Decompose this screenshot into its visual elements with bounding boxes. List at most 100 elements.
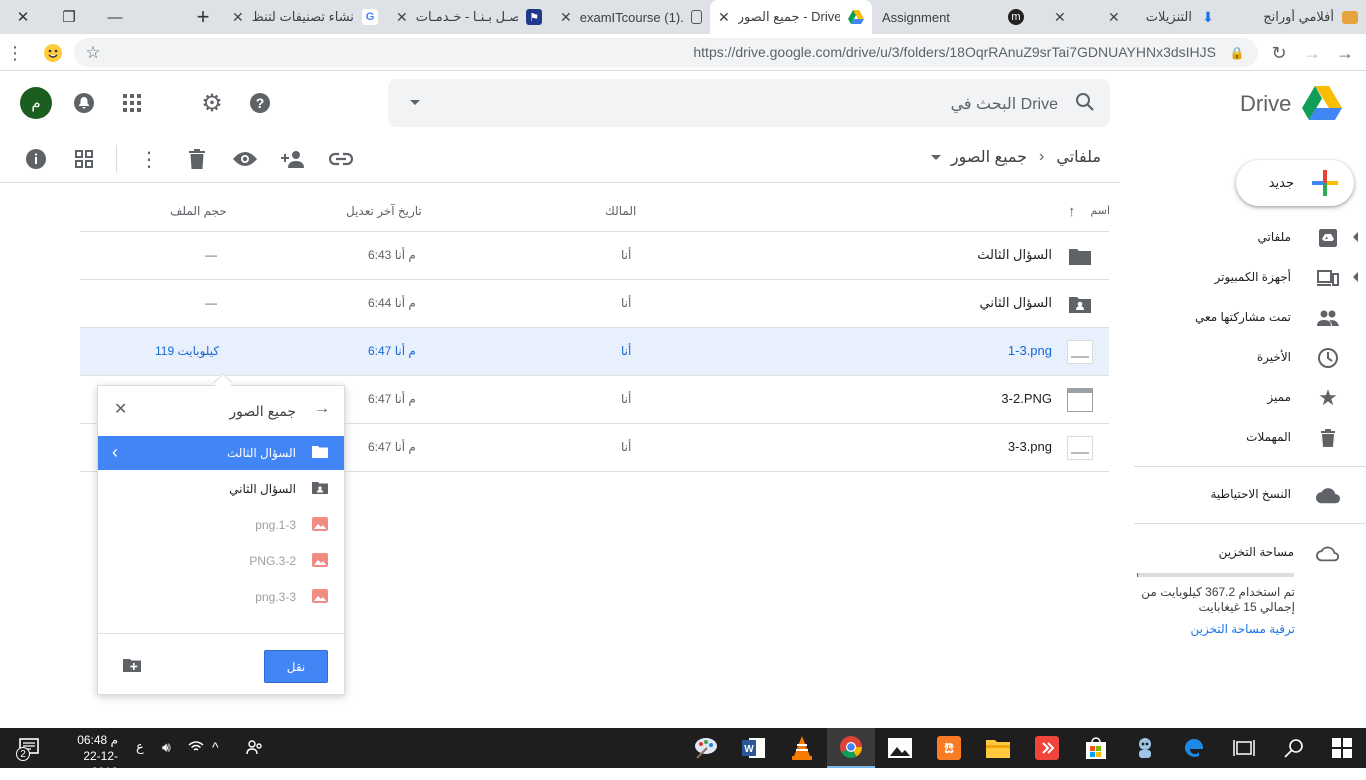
sidebar-item-trash[interactable]: المهملات	[1140, 418, 1366, 458]
breadcrumb-current-folder[interactable]: جميع الصور	[951, 147, 1027, 167]
folder-menu-dropdown-icon[interactable]	[930, 154, 941, 160]
show-hidden-icons-chevron-icon[interactable]: ^	[212, 739, 219, 755]
back-icon[interactable]: →	[1330, 38, 1360, 68]
settings-gear-icon[interactable]: ⚙	[195, 86, 229, 120]
column-header-name[interactable]: اسم	[1090, 204, 1110, 217]
drive-logo-icon[interactable]	[1302, 86, 1342, 125]
grid-view-icon[interactable]	[68, 143, 100, 175]
taskbar-app-vlc-icon[interactable]	[778, 728, 826, 768]
folder-icon	[1342, 10, 1358, 24]
sidebar-item-recent[interactable]: الأخيرة	[1140, 338, 1366, 378]
table-row[interactable]: — 6:43 م أنا أنا السؤال الثالث	[80, 232, 1109, 280]
open-folder-chevron-icon[interactable]: ‹	[112, 442, 118, 463]
doc-icon	[691, 10, 702, 24]
upgrade-storage-link[interactable]: ترقية مساحة التخزين	[1190, 622, 1295, 636]
menu-kebab-icon[interactable]: ⋮	[0, 38, 30, 68]
get-link-icon[interactable]	[325, 143, 357, 175]
close-icon[interactable]: ✕	[232, 9, 244, 26]
input-language-indicator[interactable]: ع	[136, 739, 144, 755]
taskbar-app-store-icon[interactable]	[1072, 728, 1120, 768]
tab-contact-us[interactable]: ✕ اتـصـل بـنـا - خـدمـات ⚑	[388, 0, 550, 34]
wifi-icon[interactable]	[188, 739, 204, 756]
people-icon[interactable]	[246, 739, 264, 760]
sidebar-item-computers[interactable]: أجهزة الكمبيوتر	[1140, 258, 1366, 298]
taskbar-app-photos-icon[interactable]	[876, 728, 924, 768]
search-icon[interactable]	[1074, 91, 1096, 118]
restore-window-icon[interactable]: ❐	[46, 0, 92, 34]
sidebar-item-my-drive[interactable]: ملفاتي	[1140, 218, 1366, 258]
search-options-dropdown-icon[interactable]	[410, 100, 420, 105]
action-center-icon[interactable]: 2	[16, 737, 40, 764]
preview-eye-icon[interactable]	[229, 143, 261, 175]
close-icon[interactable]: ✕	[1054, 9, 1066, 26]
tab-my-movies[interactable]: أفلامي أورانج	[1226, 0, 1366, 34]
new-tab-icon[interactable]: +	[180, 0, 226, 34]
search-input[interactable]: البحث في Drive	[951, 94, 1058, 114]
apps-grid-icon[interactable]	[115, 86, 149, 120]
minimize-window-icon[interactable]: —	[92, 0, 138, 34]
tab-drive-all-photos[interactable]: ✕ جميع الصور - Drive	[710, 0, 872, 34]
tab-m[interactable]: ✕ m	[1000, 0, 1100, 34]
plus-icon	[1312, 170, 1338, 201]
forward-icon[interactable]: →	[1297, 38, 1327, 68]
close-icon[interactable]: ✕	[560, 9, 572, 26]
table-row[interactable]: — 6:44 م أنا أنا السؤال الثاني	[80, 280, 1109, 328]
move-button[interactable]: نقل	[264, 650, 328, 683]
svg-text:?: ?	[256, 95, 265, 111]
taskbar-app-xampp-icon[interactable]: ಔ	[925, 728, 973, 768]
start-windows-icon[interactable]	[1318, 728, 1366, 768]
sidebar-item-backups[interactable]: النسخ الاحتياطية	[1140, 475, 1366, 515]
taskbar-app-paint-icon[interactable]	[682, 728, 730, 768]
taskbar-app-robot-icon[interactable]	[1121, 728, 1169, 768]
reload-icon[interactable]: ↻	[1264, 38, 1294, 68]
svg-text:W: W	[744, 744, 754, 755]
new-button[interactable]: جديد	[1236, 160, 1354, 206]
file-name: السؤال الثاني	[979, 295, 1052, 310]
close-icon[interactable]: ✕	[396, 9, 408, 26]
delete-trash-icon[interactable]	[181, 143, 213, 175]
column-header-owner[interactable]: المالك	[605, 204, 636, 218]
avatar[interactable]: م	[20, 87, 52, 119]
taskbar-clock[interactable]: 06:48 م 22-12-2018	[58, 732, 118, 780]
dialog-file-item-disabled: png.1-3	[98, 508, 344, 542]
close-window-icon[interactable]: ✕	[0, 0, 46, 34]
taskbar-app-edge-icon[interactable]	[1170, 728, 1218, 768]
bookmark-star-icon[interactable]: ☆	[78, 38, 108, 68]
omnibox[interactable]: ☆ https://drive.google.com/drive/u/3/fol…	[74, 38, 1258, 67]
extension-emoji-icon[interactable]	[38, 38, 68, 68]
table-row-selected[interactable]: 119 كيلوبايت 6:47 م أنا أنا 1-3.png	[80, 328, 1109, 376]
dialog-file-item-disabled: PNG.3-2	[98, 544, 344, 578]
volume-icon[interactable]: 🔊︎	[162, 739, 171, 756]
taskbar-app-chrome-icon[interactable]	[827, 728, 875, 768]
task-view-icon[interactable]	[1220, 728, 1268, 768]
tab-downloads[interactable]: ✕ التنزيلات ⬇	[1100, 0, 1224, 34]
sidebar-item-shared[interactable]: تمت مشاركتها معي	[1140, 298, 1366, 338]
dialog-folder-item-selected[interactable]: ‹ السؤال الثالث	[98, 436, 344, 470]
expand-arrow-icon[interactable]	[1353, 272, 1358, 282]
tab-create-labels[interactable]: ✕ إنشاء تصنيفات لتنظ G	[224, 0, 386, 34]
back-arrow-icon[interactable]: →	[314, 400, 330, 418]
tab-examitcourse[interactable]: ✕ examITcourse (1).p	[552, 0, 710, 34]
expand-arrow-icon[interactable]	[1353, 232, 1358, 242]
more-actions-icon[interactable]: ⋮	[133, 143, 165, 175]
close-icon[interactable]: ✕	[718, 9, 730, 26]
taskbar-app-anydesk-icon[interactable]	[1023, 728, 1071, 768]
new-folder-icon[interactable]	[123, 658, 141, 677]
breadcrumb-my-drive[interactable]: ملفاتي	[1056, 147, 1101, 167]
dialog-folder-item[interactable]: السؤال الثاني	[98, 472, 344, 506]
share-add-person-icon[interactable]	[277, 143, 309, 175]
notifications-bell-icon[interactable]	[67, 86, 101, 120]
close-icon[interactable]: ✕	[114, 399, 127, 419]
taskbar-app-file-explorer-icon[interactable]	[974, 728, 1022, 768]
taskbar-search-icon[interactable]	[1270, 728, 1318, 768]
column-header-size[interactable]: حجم الملف	[170, 204, 227, 218]
close-icon[interactable]: ✕	[1108, 9, 1120, 26]
info-icon[interactable]	[20, 143, 52, 175]
column-header-modified[interactable]: تاريخ آخر تعديل	[346, 204, 422, 218]
taskbar-app-word-icon[interactable]: W	[730, 728, 778, 768]
help-icon[interactable]: ?	[243, 86, 277, 120]
search-box[interactable]: البحث في Drive	[388, 79, 1110, 127]
sort-arrow-up-icon[interactable]: ↑	[1068, 203, 1076, 220]
sidebar-item-storage[interactable]: مساحة التخزين	[1140, 533, 1366, 573]
sidebar-item-starred[interactable]: ★ مميز	[1140, 378, 1366, 418]
